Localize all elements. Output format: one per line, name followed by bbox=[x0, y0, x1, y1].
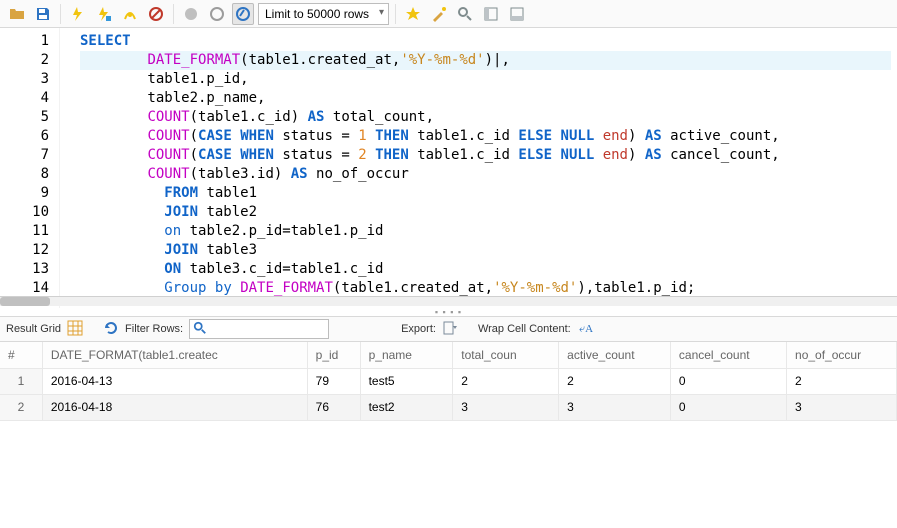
editor-gutter: 1234567891011121314 bbox=[0, 28, 60, 308]
data-cell[interactable]: 3 bbox=[559, 394, 671, 420]
line-number: 9 bbox=[0, 184, 49, 203]
column-header[interactable]: p_name bbox=[360, 342, 453, 368]
data-cell[interactable]: test2 bbox=[360, 394, 453, 420]
grid-header-row: #DATE_FORMAT(table1.createcp_idp_nametot… bbox=[0, 342, 897, 368]
wrap-label: Wrap Cell Content: bbox=[478, 323, 571, 335]
data-cell[interactable]: 2 bbox=[559, 368, 671, 394]
row-number-cell[interactable]: 1 bbox=[0, 368, 42, 394]
code-line[interactable]: COUNT(table1.c_id) AS total_count, bbox=[80, 108, 891, 127]
save-file-button[interactable] bbox=[32, 3, 54, 25]
column-header[interactable]: no_of_occur bbox=[787, 342, 897, 368]
code-line[interactable]: table2.p_name, bbox=[80, 89, 891, 108]
line-number: 4 bbox=[0, 89, 49, 108]
results-toolbar: Result Grid Filter Rows: Export: Wrap Ce… bbox=[0, 316, 897, 342]
svg-text:⤶A: ⤶A bbox=[579, 323, 593, 335]
column-header[interactable]: # bbox=[0, 342, 42, 368]
code-line[interactable]: table1.p_id, bbox=[80, 70, 891, 89]
line-number: 5 bbox=[0, 108, 49, 127]
code-line[interactable]: COUNT(table3.id) AS no_of_occur bbox=[80, 165, 891, 184]
commit-on-button[interactable] bbox=[206, 3, 228, 25]
stop-button[interactable] bbox=[145, 3, 167, 25]
column-header[interactable]: active_count bbox=[559, 342, 671, 368]
table-row[interactable]: 22016-04-1876test23303 bbox=[0, 394, 897, 420]
data-cell[interactable]: 2 bbox=[453, 368, 559, 394]
line-number: 10 bbox=[0, 203, 49, 222]
line-number: 6 bbox=[0, 127, 49, 146]
row-number-cell[interactable]: 2 bbox=[0, 394, 42, 420]
column-header[interactable]: DATE_FORMAT(table1.createc bbox=[42, 342, 307, 368]
line-number: 3 bbox=[0, 70, 49, 89]
editor-hscrollbar[interactable] bbox=[0, 296, 897, 306]
toolbar-separator bbox=[395, 4, 396, 24]
favorite-button[interactable] bbox=[402, 3, 424, 25]
toolbar-separator bbox=[173, 4, 174, 24]
line-number: 7 bbox=[0, 146, 49, 165]
filter-rows-label: Filter Rows: bbox=[125, 323, 183, 335]
column-header[interactable]: p_id bbox=[307, 342, 360, 368]
sql-toolbar: Limit to 50000 rows bbox=[0, 0, 897, 28]
toggle-panel-1-button[interactable] bbox=[480, 3, 502, 25]
find-button[interactable] bbox=[454, 3, 476, 25]
result-grid-icon bbox=[67, 320, 83, 339]
code-line[interactable]: COUNT(CASE WHEN status = 2 THEN table1.c… bbox=[80, 146, 891, 165]
code-line[interactable]: JOIN table2 bbox=[80, 203, 891, 222]
column-header[interactable]: cancel_count bbox=[670, 342, 786, 368]
data-cell[interactable]: 0 bbox=[670, 368, 786, 394]
row-limit-select[interactable]: Limit to 50000 rows bbox=[258, 3, 389, 25]
column-header[interactable]: total_coun bbox=[453, 342, 559, 368]
data-cell[interactable]: 3 bbox=[453, 394, 559, 420]
toolbar-separator bbox=[60, 4, 61, 24]
code-line[interactable]: SELECT bbox=[80, 32, 891, 51]
results-grid[interactable]: #DATE_FORMAT(table1.createcp_idp_nametot… bbox=[0, 342, 897, 421]
result-grid-label: Result Grid bbox=[6, 323, 61, 335]
editor-code-area[interactable]: SELECT DATE_FORMAT(table1.created_at,'%Y… bbox=[60, 28, 897, 308]
data-cell[interactable]: 2016-04-13 bbox=[42, 368, 307, 394]
code-line[interactable]: DATE_FORMAT(table1.created_at,'%Y-%m-%d'… bbox=[80, 51, 891, 70]
explain-button[interactable] bbox=[119, 3, 141, 25]
open-file-button[interactable] bbox=[6, 3, 28, 25]
refresh-icon[interactable] bbox=[103, 320, 119, 339]
data-cell[interactable]: 3 bbox=[787, 394, 897, 420]
execute-current-button[interactable] bbox=[93, 3, 115, 25]
data-cell[interactable]: test5 bbox=[360, 368, 453, 394]
code-line[interactable]: ON table3.c_id=table1.c_id bbox=[80, 260, 891, 279]
code-line[interactable]: JOIN table3 bbox=[80, 241, 891, 260]
code-line[interactable]: on table2.p_id=table1.p_id bbox=[80, 222, 891, 241]
beautify-button[interactable] bbox=[428, 3, 450, 25]
line-number: 11 bbox=[0, 222, 49, 241]
toggle-panel-2-button[interactable] bbox=[506, 3, 528, 25]
export-label: Export: bbox=[401, 323, 436, 335]
wrap-icon[interactable]: ⤶A bbox=[577, 320, 593, 339]
line-number: 13 bbox=[0, 260, 49, 279]
autocommit-toggle[interactable] bbox=[232, 3, 254, 25]
line-number: 2 bbox=[0, 51, 49, 70]
line-number: 12 bbox=[0, 241, 49, 260]
line-number: 1 bbox=[0, 32, 49, 51]
data-cell[interactable]: 76 bbox=[307, 394, 360, 420]
code-line[interactable]: FROM table1 bbox=[80, 184, 891, 203]
data-cell[interactable]: 79 bbox=[307, 368, 360, 394]
line-number: 8 bbox=[0, 165, 49, 184]
data-cell[interactable]: 0 bbox=[670, 394, 786, 420]
filter-rows-input[interactable] bbox=[189, 319, 329, 339]
code-line[interactable]: COUNT(CASE WHEN status = 1 THEN table1.c… bbox=[80, 127, 891, 146]
commit-off-button[interactable] bbox=[180, 3, 202, 25]
editor-results-splitter[interactable]: ▪ ▪ ▪ ▪ bbox=[0, 308, 897, 316]
data-cell[interactable]: 2016-04-18 bbox=[42, 394, 307, 420]
data-cell[interactable]: 2 bbox=[787, 368, 897, 394]
table-row[interactable]: 12016-04-1379test52202 bbox=[0, 368, 897, 394]
execute-button[interactable] bbox=[67, 3, 89, 25]
row-limit-select-wrap: Limit to 50000 rows bbox=[258, 3, 389, 25]
sql-editor[interactable]: 1234567891011121314 SELECT DATE_FORMAT(t… bbox=[0, 28, 897, 308]
export-icon[interactable] bbox=[442, 320, 458, 339]
